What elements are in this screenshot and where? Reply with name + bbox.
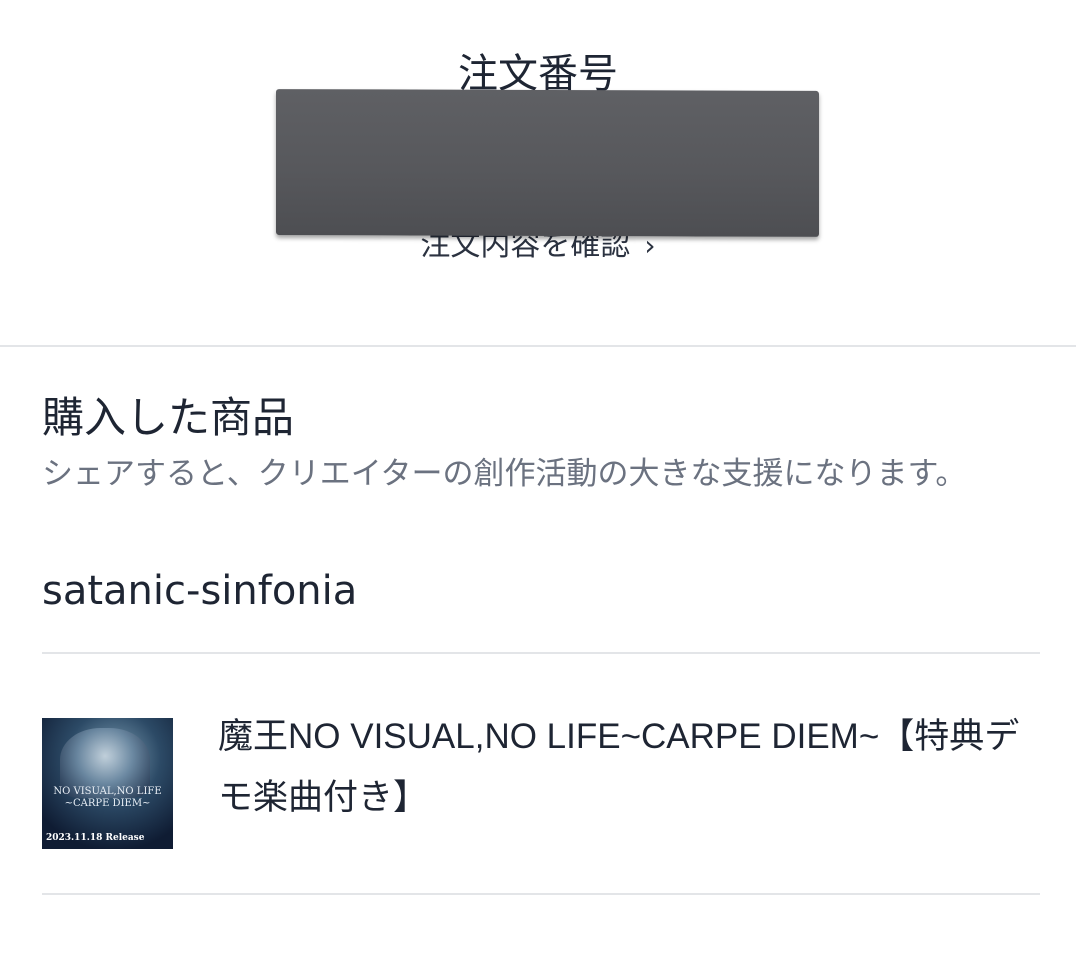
product-name-link[interactable]: 魔王NO VISUAL,NO LIFE~CARPE DIEM~【特典デモ楽曲付き… — [218, 706, 1028, 828]
redaction-block — [276, 89, 819, 237]
product-list-item[interactable]: NO VISUAL,NO LIFE ~CARPE DIEM~ 2023.11.1… — [42, 700, 1040, 870]
share-support-note: シェアすると、クリエイターの創作活動の大きな支援になります。 — [42, 456, 967, 492]
order-number-section: 注文番号 注文内容を確認 › — [0, 0, 1076, 346]
product-thumbnail[interactable]: NO VISUAL,NO LIFE ~CARPE DIEM~ 2023.11.1… — [42, 718, 173, 849]
thumbnail-release-date: 2023.11.18 Release — [46, 833, 145, 843]
thumbnail-logo-text: NO VISUAL,NO LIFE ~CARPE DIEM~ — [53, 786, 162, 809]
creator-divider — [42, 652, 1040, 654]
purchased-items-title: 購入した商品 — [42, 393, 295, 442]
section-divider — [0, 345, 1076, 347]
product-divider — [42, 893, 1040, 895]
creator-name-link[interactable]: satanic-sinfonia — [42, 564, 357, 618]
